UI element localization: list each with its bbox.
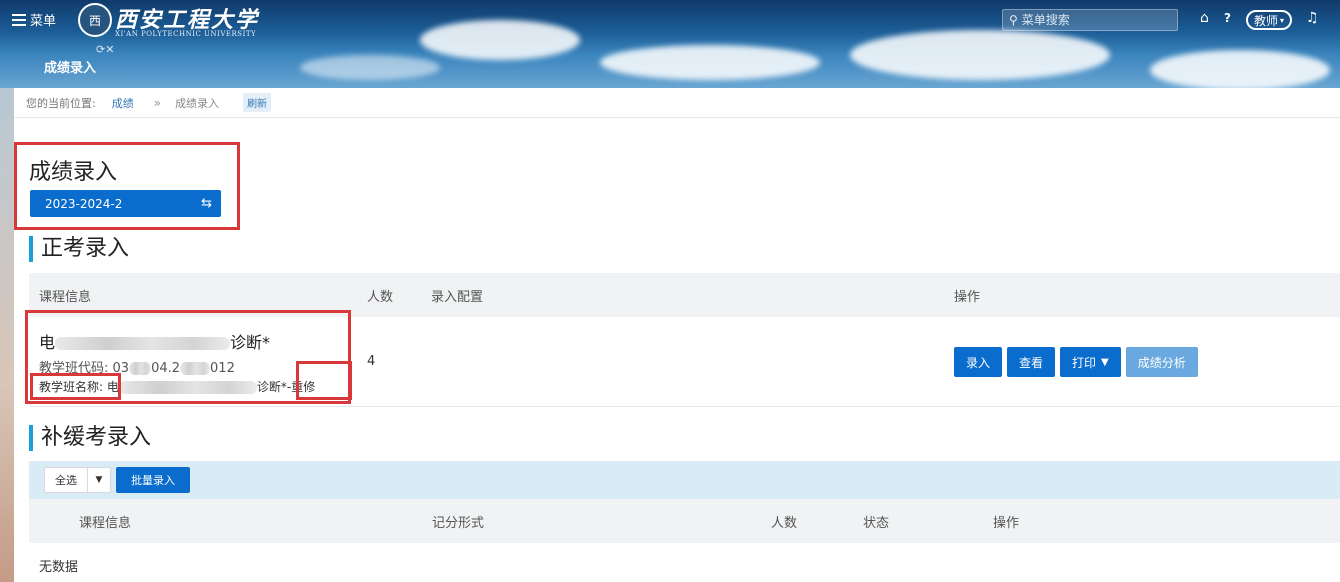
caret-down-icon[interactable]: ▼ (88, 468, 110, 492)
shirt-icon[interactable]: ⌂ (1200, 10, 1209, 26)
role-label: 教师 (1254, 13, 1279, 28)
class-code-label: 教学班代码: (39, 361, 109, 376)
header-count: 人数 (367, 290, 394, 305)
menu-button[interactable]: 菜单 (12, 10, 56, 29)
redacted-blur (129, 362, 152, 375)
class-code-part: 04.2 (151, 361, 181, 376)
class-name-start: 电 (106, 380, 119, 394)
empty-state: 无数据 (39, 560, 79, 575)
print-label: 打印 (1072, 355, 1097, 370)
class-name: 教学班名称: 电 诊断*-重修 (39, 378, 315, 395)
nav-tab-label: 成绩录入 (44, 61, 97, 76)
view-button[interactable]: 查看 (1007, 347, 1056, 377)
student-count: 4 (367, 354, 376, 369)
header-config: 录入配置 (431, 290, 484, 305)
makeup-table-header: 课程信息 记分形式 人数 状态 操作 (29, 499, 1340, 543)
cloud-decoration (600, 45, 820, 80)
makeup-exam-title: 补缓考录入 (29, 425, 151, 451)
breadcrumb-prefix: 您的当前位置: (26, 96, 96, 110)
breadcrumb-separator-icon: » (153, 95, 162, 110)
header-course-info: 课程信息 (79, 516, 132, 531)
batch-enter-button[interactable]: 批量录入 (116, 467, 190, 493)
makeup-toolbar: 全选 ▼ 批量录入 (29, 461, 1340, 499)
grade-analysis-button[interactable]: 成绩分析 (1125, 347, 1198, 377)
class-code-part: 012 (210, 361, 235, 376)
breadcrumb-grades-link[interactable]: 成绩 (112, 95, 134, 111)
class-name-end: 诊断*-重修 (256, 380, 316, 394)
header-actions: 操作 (954, 290, 981, 305)
chevron-down-icon: ▼ (1101, 356, 1109, 368)
select-all-dropdown[interactable]: 全选 ▼ (44, 467, 111, 493)
bell-icon[interactable]: ♫ (1306, 10, 1319, 26)
menu-search[interactable]: ⚲ (1002, 9, 1178, 31)
header-status: 状态 (863, 516, 890, 531)
course-name-start: 电 (39, 333, 56, 352)
enter-button[interactable]: 录入 (954, 347, 1003, 377)
refresh-button[interactable]: 刷新 (243, 93, 272, 112)
hamburger-icon (12, 13, 26, 26)
seal-glyph: 西 (88, 13, 101, 28)
menu-search-input[interactable] (1021, 13, 1162, 27)
print-dropdown-button[interactable]: 打印 ▼ (1060, 347, 1121, 377)
university-seal-logo: 西 (78, 3, 112, 37)
class-name-label: 教学班名称: (39, 380, 104, 394)
menu-label: 菜单 (30, 14, 57, 29)
redacted-blur (118, 381, 257, 394)
header-banner: 菜单 西 西安工程大学 XI'AN POLYTECHNIC UNIVERSITY… (0, 0, 1340, 90)
tab-tools-icon[interactable]: ⟳✕ (96, 43, 114, 56)
breadcrumb-current: 成绩录入 (175, 96, 220, 110)
header-count: 人数 (771, 516, 798, 531)
class-code: 教学班代码: 03 04.2 012 (39, 357, 235, 376)
university-english-name: XI'AN POLYTECHNIC UNIVERSITY (115, 30, 257, 38)
help-icon[interactable]: ? (1224, 11, 1231, 25)
nav-tab-grade-entry[interactable]: ⟳✕ 成绩录入 (0, 40, 122, 88)
table-row: 电诊断* 教学班代码: 03 04.2 012 教学班名称: 电诊断*-重修 4 录… (29, 317, 1340, 407)
search-icon: ⚲ (1009, 13, 1018, 27)
regular-exam-title: 正考录入 (29, 236, 129, 262)
background-strip (0, 88, 14, 582)
term-value: 2023-2024-2 (45, 196, 123, 211)
header-course-info: 课程信息 (39, 290, 92, 305)
header-actions: 操作 (993, 516, 1020, 531)
page-title: 成绩录入 (29, 160, 118, 185)
row-actions: 录入 查看 打印 ▼ 成绩分析 (954, 347, 1198, 377)
cloud-decoration (300, 55, 440, 80)
switch-icon: ⇆ (201, 196, 212, 211)
redacted-blur (55, 337, 231, 350)
breadcrumb: 您的当前位置: 成绩 » 成绩录入 刷新 (14, 88, 1340, 118)
header-grading: 记分形式 (432, 516, 485, 531)
caret-down-icon: ▾ (1280, 15, 1285, 25)
course-name-end: 诊断* (230, 333, 271, 352)
main-panel: 您的当前位置: 成绩 » 成绩录入 刷新 成绩录入 2023-2024-2 ⇆ … (14, 88, 1340, 582)
class-code-part: 03 (112, 361, 130, 376)
top-bar: 菜单 西 西安工程大学 XI'AN POLYTECHNIC UNIVERSITY… (0, 0, 1340, 40)
course-name: 电 诊断* (39, 329, 270, 353)
term-selector[interactable]: 2023-2024-2 ⇆ (30, 190, 221, 217)
role-dropdown[interactable]: 教师 ▾ (1246, 10, 1293, 30)
regular-table-header: 课程信息 人数 录入配置 操作 (29, 273, 1340, 317)
select-all-label[interactable]: 全选 (45, 468, 88, 492)
redacted-blur (180, 362, 211, 375)
cloud-decoration (1150, 50, 1330, 90)
